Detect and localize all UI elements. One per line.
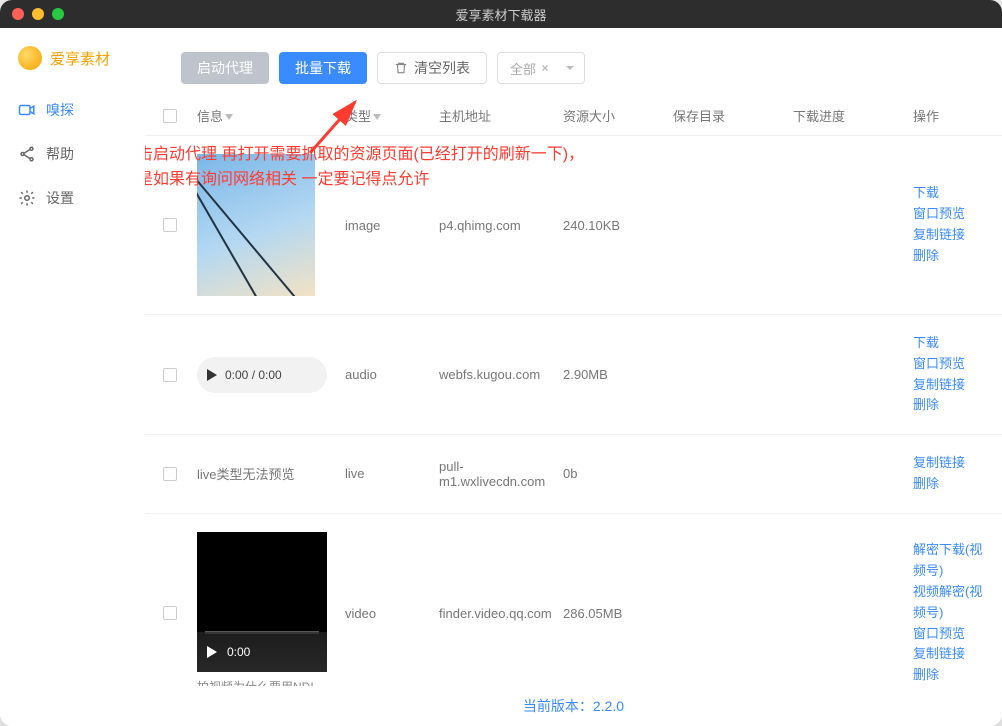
toolbar: 启动代理 批量下载 清空列表 全部 (145, 28, 1002, 98)
clear-list-label: 清空列表 (414, 58, 470, 78)
col-save-dir: 保存目录 (673, 106, 793, 125)
video-controls: 0:00 (197, 632, 327, 672)
row-checkbox[interactable] (163, 606, 177, 620)
close-icon[interactable] (540, 63, 550, 73)
cell-size: 286.05MB (563, 606, 673, 621)
col-progress: 下载进度 (793, 106, 913, 125)
sidebar-item-label: 设置 (46, 188, 74, 208)
cell-type: video (345, 606, 439, 621)
col-info[interactable]: 信息 (197, 106, 345, 125)
type-filter-selected: 全部 (510, 59, 536, 78)
select-all-checkbox[interactable] (163, 109, 177, 123)
op-delete[interactable]: 删除 (913, 665, 984, 686)
cell-type: image (345, 218, 439, 233)
table-header: 信息 类型 主机地址 资源大小 保存目录 下载进度 操作 (145, 98, 1002, 136)
video-caption: 拍视频为什么要用NDI (197, 678, 327, 686)
cell-ops: 复制链接 删除 (913, 453, 984, 495)
cell-type: audio (345, 367, 439, 382)
table-row: image p4.qhimg.com 240.10KB 下载 窗口预览 复制链接… (145, 136, 1002, 315)
logo-icon (18, 46, 42, 70)
clear-list-button[interactable]: 清空列表 (377, 52, 487, 84)
gear-icon (18, 189, 36, 207)
op-decrypt-download[interactable]: 解密下载(视频号) (913, 540, 984, 582)
op-copy-link[interactable]: 复制链接 (913, 453, 984, 474)
cell-host: finder.video.qq.com (439, 606, 563, 621)
cell-host: pull-m1.wxlivecdn.com (439, 459, 563, 489)
type-filter-dropdown[interactable]: 全部 (497, 52, 585, 84)
cell-ops: 下载 窗口预览 复制链接 删除 (913, 333, 984, 416)
resource-table: 信息 类型 主机地址 资源大小 保存目录 下载进度 操作 image p4.qh… (145, 98, 1002, 686)
op-delete[interactable]: 删除 (913, 395, 984, 416)
thumbnail-image (197, 154, 315, 296)
row-checkbox[interactable] (163, 368, 177, 382)
window-minimize-button[interactable] (32, 8, 44, 20)
footer-version: 当前版本：2.2.0 (145, 686, 1002, 726)
cell-type: live (345, 466, 439, 481)
cell-size: 240.10KB (563, 218, 673, 233)
sidebar-item-label: 帮助 (46, 144, 74, 164)
video-camera-icon (18, 101, 36, 119)
play-icon[interactable] (207, 369, 217, 381)
op-video-decrypt[interactable]: 视频解密(视频号) (913, 582, 984, 624)
play-icon[interactable] (207, 646, 217, 658)
audio-time: 0:00 / 0:00 (225, 368, 282, 382)
cell-size: 2.90MB (563, 367, 673, 382)
app-window: 爱享素材下载器 爱享素材 嗅探 帮助 设置 启动代理 批量下 (0, 0, 1002, 726)
batch-download-button[interactable]: 批量下载 (279, 52, 367, 84)
audio-player[interactable]: 0:00 / 0:00 (197, 357, 327, 393)
cell-size: 0b (563, 466, 673, 481)
table-row: live类型无法预览 live pull-m1.wxlivecdn.com 0b… (145, 435, 1002, 514)
window-close-button[interactable] (12, 8, 24, 20)
sidebar-item-detect[interactable]: 嗅探 (0, 88, 145, 132)
op-delete[interactable]: 删除 (913, 474, 984, 495)
filter-icon (225, 114, 233, 120)
col-host: 主机地址 (439, 106, 563, 125)
traffic-lights (12, 8, 64, 20)
op-window-preview[interactable]: 窗口预览 (913, 624, 984, 645)
main-panel: 启动代理 批量下载 清空列表 全部 先点击启动代理 再打开需要抓取的资源页面(已… (145, 28, 1002, 726)
cell-ops: 解密下载(视频号) 视频解密(视频号) 窗口预览 复制链接 删除 (913, 540, 984, 686)
filter-icon (373, 114, 381, 120)
start-proxy-button[interactable]: 启动代理 (181, 52, 269, 84)
sidebar-item-settings[interactable]: 设置 (0, 176, 145, 220)
cell-host: p4.qhimg.com (439, 218, 563, 233)
col-type[interactable]: 类型 (345, 106, 439, 125)
col-size: 资源大小 (563, 106, 673, 125)
sidebar-item-label: 嗅探 (46, 100, 74, 120)
op-copy-link[interactable]: 复制链接 (913, 644, 984, 665)
live-no-preview: live类型无法预览 (197, 464, 345, 483)
sidebar: 爱享素材 嗅探 帮助 设置 (0, 28, 145, 726)
table-row: 0:00 拍视频为什么要用NDI video finder.video.qq.c… (145, 514, 1002, 686)
window-fullscreen-button[interactable] (52, 8, 64, 20)
op-window-preview[interactable]: 窗口预览 (913, 204, 984, 225)
video-time: 0:00 (227, 645, 250, 659)
op-download[interactable]: 下载 (913, 183, 984, 204)
sidebar-item-help[interactable]: 帮助 (0, 132, 145, 176)
trash-icon (394, 61, 408, 75)
cell-host: webfs.kugou.com (439, 367, 563, 382)
logo: 爱享素材 (0, 46, 145, 88)
window-title: 爱享素材下载器 (455, 5, 546, 24)
op-window-preview[interactable]: 窗口预览 (913, 354, 984, 375)
content-area: 爱享素材 嗅探 帮助 设置 启动代理 批量下载 清空列表 (0, 28, 1002, 726)
table-row: 0:00 / 0:00 audio webfs.kugou.com 2.90MB… (145, 315, 1002, 435)
op-delete[interactable]: 删除 (913, 246, 984, 267)
op-copy-link[interactable]: 复制链接 (913, 225, 984, 246)
row-checkbox[interactable] (163, 218, 177, 232)
op-copy-link[interactable]: 复制链接 (913, 375, 984, 396)
app-name: 爱享素材 (50, 48, 110, 69)
col-ops: 操作 (913, 106, 984, 125)
cell-ops: 下载 窗口预览 复制链接 删除 (913, 183, 984, 266)
share-icon (18, 145, 36, 163)
video-player[interactable]: 0:00 (197, 532, 327, 672)
op-download[interactable]: 下载 (913, 333, 984, 354)
titlebar: 爱享素材下载器 (0, 0, 1002, 28)
row-checkbox[interactable] (163, 467, 177, 481)
